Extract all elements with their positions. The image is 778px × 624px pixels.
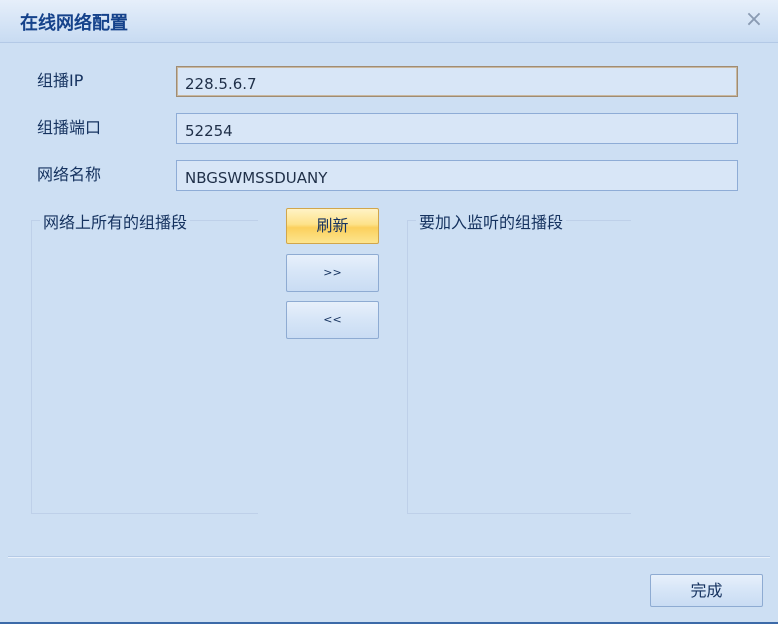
network-config-dialog: 在线网络配置 × 组播IP 组播端口 网络名称 网络上所有的组播段 刷新 >> …	[0, 0, 778, 624]
dialog-title: 在线网络配置	[20, 13, 128, 34]
footer-divider	[8, 556, 770, 558]
multicast-ip-label: 组播IP	[37, 71, 84, 90]
remove-segment-button[interactable]: <<	[286, 301, 379, 339]
available-segments-list[interactable]	[33, 233, 258, 512]
available-segments-group: 网络上所有的组播段	[31, 209, 258, 514]
network-name-label: 网络名称	[37, 165, 102, 184]
add-segment-button[interactable]: >>	[286, 254, 379, 292]
network-name-input[interactable]	[176, 160, 738, 191]
selected-segments-list[interactable]	[409, 233, 631, 512]
refresh-button[interactable]: 刷新	[286, 208, 379, 244]
multicast-ip-input[interactable]	[176, 66, 738, 97]
selected-segments-group: 要加入监听的组播段	[407, 209, 631, 514]
selected-segments-title: 要加入监听的组播段	[416, 209, 567, 233]
available-segments-title: 网络上所有的组播段	[40, 209, 191, 233]
title-bar[interactable]: 在线网络配置 ×	[0, 0, 778, 43]
close-icon[interactable]: ×	[744, 8, 764, 32]
multicast-port-input[interactable]	[176, 113, 738, 144]
multicast-port-label: 组播端口	[37, 118, 102, 137]
done-button[interactable]: 完成	[650, 574, 763, 607]
